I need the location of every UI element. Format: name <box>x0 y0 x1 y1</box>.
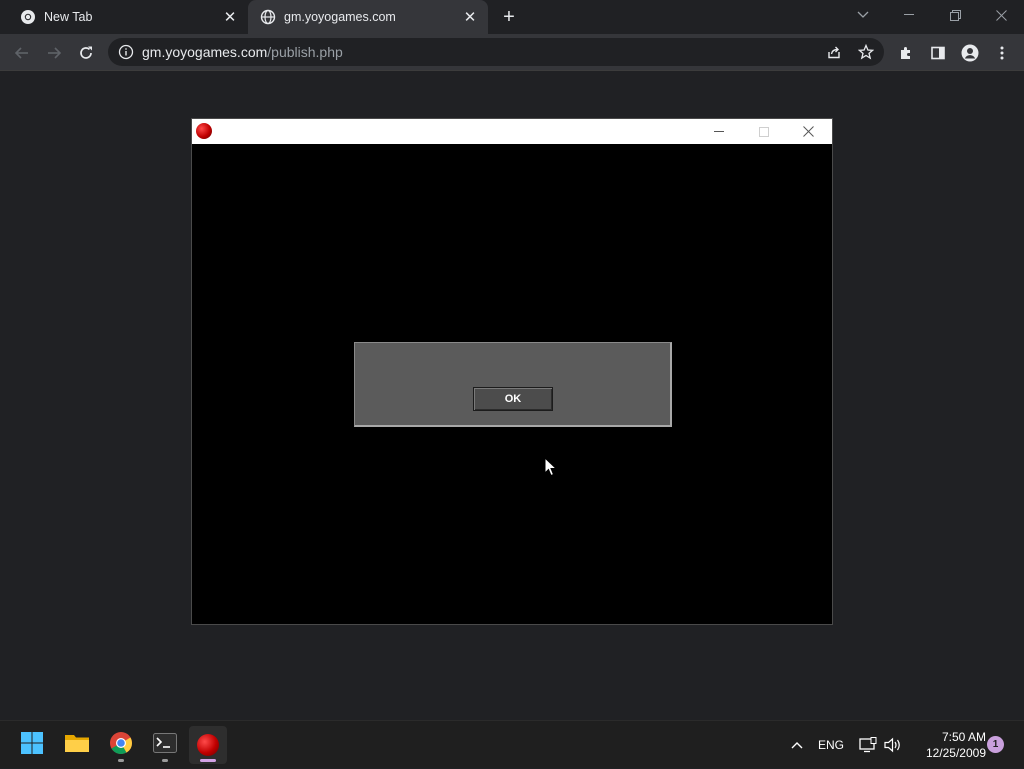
network-icon[interactable] <box>858 721 878 769</box>
clock-time: 7:50 AM <box>941 730 986 744</box>
close-window-button[interactable] <box>978 0 1024 30</box>
start-button[interactable] <box>13 726 51 764</box>
url-host: gm.yoyogames.com <box>142 44 268 60</box>
new-tab-button[interactable]: + <box>498 6 520 28</box>
close-tab-icon[interactable]: ✕ <box>460 7 480 27</box>
back-icon[interactable] <box>8 39 36 67</box>
folder-icon <box>64 732 90 759</box>
mouse-cursor-icon <box>544 456 558 477</box>
tab-search-icon[interactable] <box>840 0 886 30</box>
game-close-button[interactable] <box>786 119 831 144</box>
game-maximize-button[interactable] <box>741 119 786 144</box>
close-tab-icon[interactable]: ✕ <box>220 7 240 27</box>
chrome-taskbar-button[interactable] <box>102 726 140 764</box>
clock[interactable]: 7:50 AM 12/25/2009 <box>906 729 986 761</box>
url-text[interactable]: gm.yoyogames.com/publish.php <box>142 44 343 60</box>
tray-overflow-icon[interactable] <box>788 721 806 769</box>
tab-yoyogames[interactable]: gm.yoyogames.com ✕ <box>248 0 488 34</box>
taskbar: ENG 7:50 AM 12/25/2009 <box>0 720 1024 768</box>
notification-badge[interactable]: 1 <box>987 736 1004 753</box>
share-icon[interactable] <box>824 42 844 62</box>
bookmark-star-icon[interactable] <box>856 42 876 62</box>
clock-date: 12/25/2009 <box>925 746 986 760</box>
running-indicator <box>162 759 168 762</box>
tab-new-tab[interactable]: New Tab ✕ <box>8 0 248 34</box>
restore-button[interactable] <box>932 0 978 30</box>
menu-icon[interactable] <box>988 39 1016 67</box>
game-canvas[interactable]: OK <box>192 144 832 624</box>
language-indicator[interactable]: ENG <box>818 721 844 769</box>
game-window: OK <box>191 118 833 625</box>
game-taskbar-button[interactable] <box>189 726 227 764</box>
terminal-icon <box>153 732 177 758</box>
active-indicator <box>200 759 216 762</box>
game-window-titlebar[interactable] <box>192 119 832 144</box>
terminal-taskbar-button[interactable] <box>146 726 184 764</box>
red-ball-icon <box>197 734 219 756</box>
address-bar[interactable]: gm.yoyogames.com/publish.php <box>108 38 884 66</box>
chrome-icon <box>20 9 36 25</box>
side-panel-icon[interactable] <box>924 39 952 67</box>
reload-icon[interactable] <box>72 39 100 67</box>
file-explorer-button[interactable] <box>58 726 96 764</box>
minimize-button[interactable] <box>886 0 932 30</box>
forward-icon[interactable] <box>40 39 68 67</box>
ok-button[interactable]: OK <box>473 387 553 411</box>
tab-strip: New Tab ✕ gm.yoyogames.com ✕ + <box>0 0 1024 34</box>
running-indicator <box>118 759 124 762</box>
profile-icon[interactable] <box>956 39 984 67</box>
chrome-icon <box>109 731 133 760</box>
globe-icon <box>260 9 276 25</box>
message-dialog: OK <box>354 342 672 427</box>
tab-title: gm.yoyogames.com <box>284 10 396 24</box>
extensions-icon[interactable] <box>892 39 920 67</box>
tab-title: New Tab <box>44 10 93 24</box>
red-ball-icon <box>196 123 212 139</box>
game-minimize-button[interactable] <box>696 119 741 144</box>
windows-icon <box>20 731 44 760</box>
volume-icon[interactable] <box>883 721 903 769</box>
site-info-icon[interactable] <box>118 44 134 60</box>
url-path: /publish.php <box>267 44 343 60</box>
